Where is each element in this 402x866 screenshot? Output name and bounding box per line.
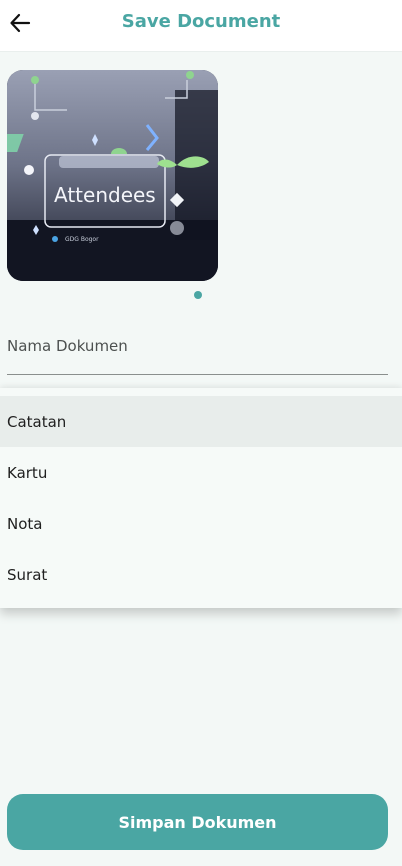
- dropdown-option-catatan[interactable]: Catatan: [0, 396, 402, 447]
- document-name-field[interactable]: [7, 322, 388, 375]
- document-preview-image[interactable]: Attendees GDG Bogor: [7, 70, 218, 281]
- dropdown-option-kartu[interactable]: Kartu: [0, 447, 402, 498]
- preview-image-text: Attendees: [54, 183, 156, 207]
- page-title: Save Document: [121, 11, 281, 32]
- preview-photo: Attendees GDG Bogor: [7, 70, 218, 281]
- save-document-button[interactable]: Simpan Dokumen: [7, 794, 388, 850]
- carousel-page-indicator: [194, 291, 202, 299]
- preview-image-caption: GDG Bogor: [65, 236, 99, 243]
- document-type-dropdown-menu: Catatan Kartu Nota Surat: [0, 388, 402, 608]
- app-bar: Save Document: [0, 0, 402, 52]
- document-name-input[interactable]: [7, 332, 388, 360]
- dropdown-option-surat[interactable]: Surat: [0, 549, 402, 600]
- dropdown-option-nota[interactable]: Nota: [0, 498, 402, 549]
